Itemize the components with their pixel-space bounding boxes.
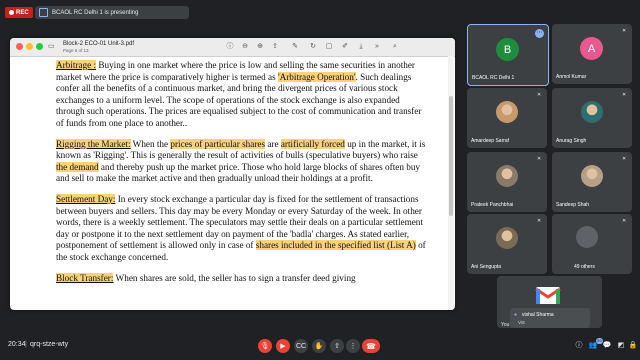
search-icon[interactable]: ⌕	[390, 42, 400, 52]
activities-icon[interactable]: ◩	[616, 341, 626, 351]
zoom-in-icon[interactable]: ⊕	[255, 42, 265, 52]
participant-name: Anmol Kumar	[556, 74, 587, 80]
participant-tile[interactable]: A Anmol Kumar ✕	[552, 24, 632, 84]
paragraph-text: When shares are sold, the seller has to …	[113, 272, 356, 283]
participant-tile[interactable]: 49 others ✕	[552, 214, 632, 274]
you-label: You	[501, 322, 510, 328]
others-avatar-stack	[576, 226, 598, 248]
self-name-card: ● vishal Sharma ViS	[510, 308, 590, 328]
pdf-paragraph: Rigging the Market: When the prices of p…	[56, 138, 426, 185]
participant-tile[interactable]: Prateek Panchbhai ✕	[467, 152, 547, 212]
rotate-icon[interactable]: ↻	[308, 42, 318, 52]
pdf-viewer-window[interactable]: ▭ Block-2 ECO-01 Unit-3.pdf Page 6 of 13…	[10, 38, 455, 310]
presenting-banner: BCAOL RC Delhi 1 is presenting	[35, 6, 189, 19]
gmail-logo-icon	[535, 287, 561, 304]
end-call-button[interactable]: ☎	[362, 339, 380, 353]
participant-name: Ani Sengupta	[471, 264, 502, 270]
self-initial: ViS	[518, 320, 525, 325]
mic-muted-icon: ✕	[622, 218, 627, 224]
highlighted-text: shares included in the specified list (L…	[255, 240, 416, 251]
minimize-window-icon[interactable]	[26, 43, 33, 50]
participant-photo	[581, 165, 603, 187]
self-name: vishal Sharma	[522, 312, 554, 318]
pdf-paragraph: Settlement Day: In every stock exchange …	[56, 193, 426, 264]
participant-name: Sandeep Shah	[556, 202, 590, 208]
sidebar-toggle-icon[interactable]: ▭	[48, 42, 55, 50]
participant-tile[interactable]: Sandeep Shah ✕	[552, 152, 632, 212]
participant-tile[interactable]: Anurag Singh ✕	[552, 88, 632, 148]
paragraph-text: are	[265, 138, 281, 149]
share-icon[interactable]: ⇪	[270, 42, 280, 52]
present-screen-icon	[39, 8, 48, 17]
participant-name: Prateek Panchbhai	[471, 202, 514, 208]
participant-name: 49 others	[574, 264, 595, 270]
pdf-scrollbar[interactable]	[448, 56, 454, 310]
mic-muted-icon: ✕	[622, 28, 627, 34]
participant-photo	[581, 101, 603, 123]
mic-muted-icon: ✕	[622, 156, 627, 162]
export-icon[interactable]: ⤓	[356, 42, 366, 52]
chat-icon[interactable]: 💬	[602, 341, 612, 351]
mic-muted-icon: ✕	[537, 218, 542, 224]
participant-avatar: B	[496, 38, 519, 61]
pdf-paragraph: Block Transfer: When shares are sold, th…	[56, 272, 426, 285]
clock-time: 20:34	[8, 341, 26, 348]
participant-photo	[496, 165, 518, 187]
participant-tile[interactable]: B BCAOL RC Delhi 1 ⋯	[467, 24, 549, 86]
paragraph-heading: Arbitrage :	[56, 60, 97, 70]
markup-pen-icon[interactable]: ✎	[290, 42, 300, 52]
mic-muted-icon: ✕	[622, 92, 627, 98]
host-controls-icon[interactable]: 🔒	[628, 341, 638, 351]
participant-tile[interactable]: Ani Sengupta ✕	[467, 214, 547, 274]
participant-photo	[496, 101, 518, 123]
more-tools-icon[interactable]: »	[372, 42, 382, 52]
pdf-paragraph: Arbitrage : Buying in one market where t…	[56, 60, 426, 130]
participant-name: Amardeep Sarraf	[471, 138, 510, 144]
participant-name: Anurag Singh	[556, 138, 587, 144]
rec-label: REC	[16, 9, 29, 16]
paragraph-text: and thereby push up the market price. Th…	[56, 161, 421, 184]
close-window-icon[interactable]	[16, 43, 23, 50]
page-indicator: Page 6 of 13	[63, 48, 89, 53]
more-options-icon[interactable]: ⋯	[535, 29, 544, 38]
pdf-page-content: Arbitrage : Buying in one market where t…	[56, 60, 426, 310]
mic-muted-icon: ✕	[537, 92, 542, 98]
info-icon[interactable]: ⓘ	[225, 42, 235, 52]
camera-off-button[interactable]: ▶	[276, 339, 290, 353]
highlighted-text: the demand	[56, 161, 99, 172]
paragraph-heading: Block Transfer:	[56, 272, 114, 283]
crop-icon[interactable]: ▢	[324, 42, 334, 52]
meeting-code: qrq-stze-wty	[30, 341, 69, 348]
paragraph-heading: Settlement Day:	[56, 193, 116, 204]
document-title: Block-2 ECO-01 Unit-3.pdf	[63, 41, 135, 47]
person-icon: ●	[514, 312, 518, 318]
record-dot-icon	[9, 10, 14, 15]
participant-photo	[496, 227, 518, 249]
participant-avatar: A	[580, 37, 603, 60]
highlight-icon[interactable]: ✐	[340, 42, 350, 52]
participant-name: BCAOL RC Delhi 1	[472, 75, 515, 81]
raise-hand-button[interactable]: ✋	[312, 339, 326, 353]
scrollbar-thumb[interactable]	[449, 96, 453, 216]
zoom-out-icon[interactable]: ⊖	[240, 42, 250, 52]
meeting-info-icon[interactable]: ⓘ	[574, 341, 584, 351]
paragraph-heading: Rigging the Market:	[56, 138, 131, 149]
participant-tile[interactable]: Amardeep Sarraf ✕	[467, 88, 547, 148]
highlighted-text: 'Arbitrage Operation'	[277, 71, 356, 82]
mic-muted-icon: ✕	[537, 156, 542, 162]
more-options-button[interactable]: ⋮	[346, 339, 360, 353]
captions-button[interactable]: CC	[294, 339, 308, 353]
recording-badge: REC	[5, 7, 33, 18]
pdf-toolbar: ▭ Block-2 ECO-01 Unit-3.pdf Page 6 of 13…	[10, 38, 455, 57]
highlighted-text: prices of particular shares	[170, 138, 266, 149]
present-button[interactable]: ⇧	[330, 339, 344, 353]
maximize-window-icon[interactable]	[36, 43, 43, 50]
paragraph-text: When the	[130, 138, 171, 149]
presenting-text: BCAOL RC Delhi 1 is presenting	[52, 9, 139, 16]
mic-off-button[interactable]: 🎙	[258, 339, 272, 353]
highlighted-text: artificially forced	[280, 138, 345, 149]
separator: |	[25, 341, 27, 348]
